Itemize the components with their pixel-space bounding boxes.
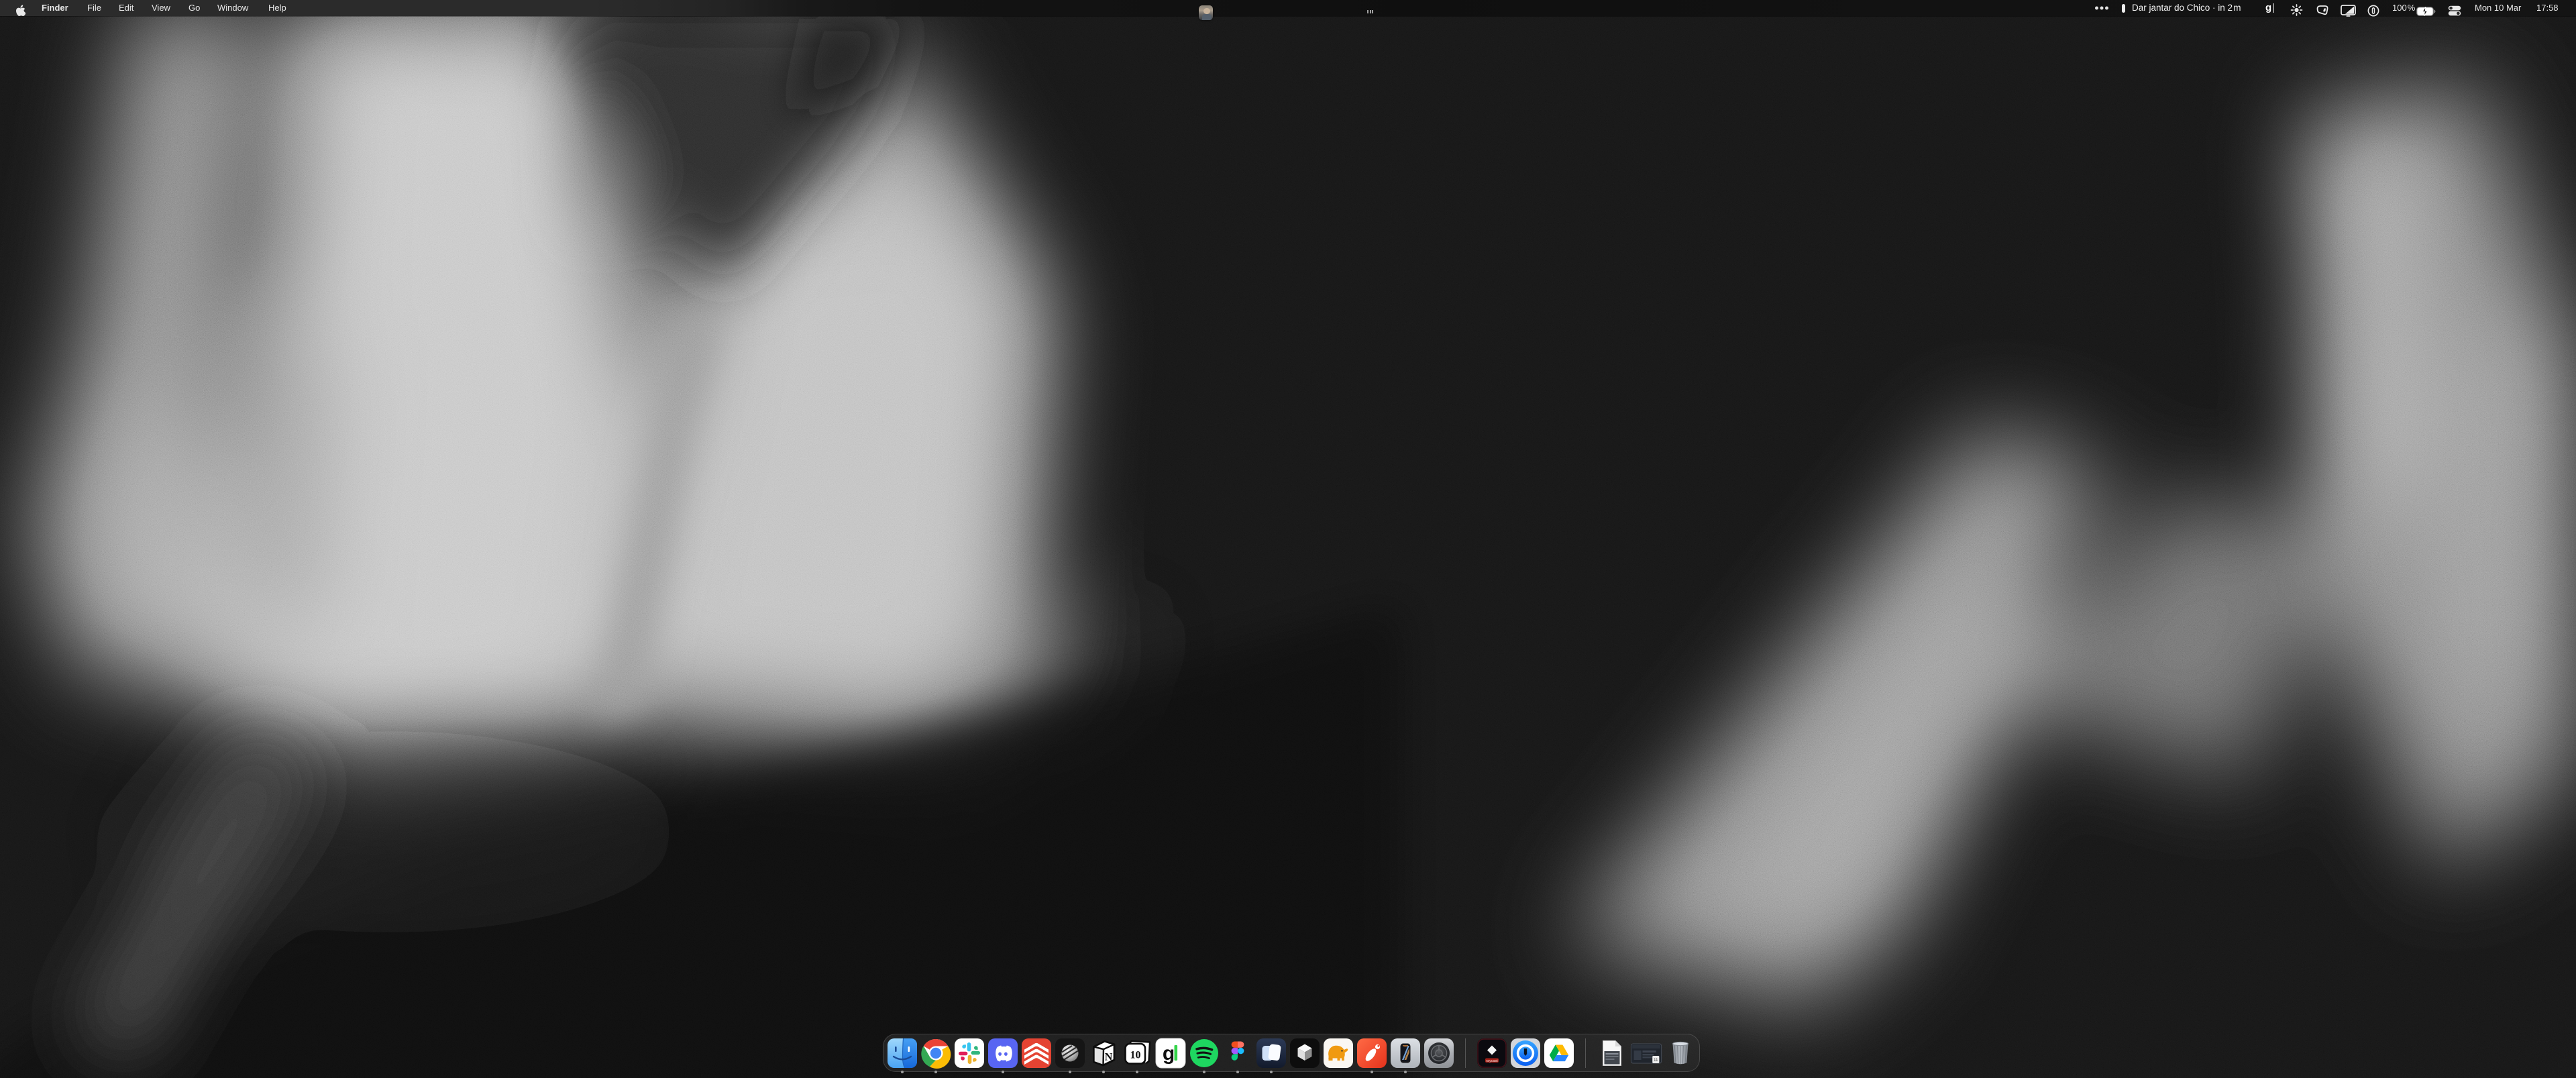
svg-text:g: g bbox=[1163, 1042, 1175, 1065]
svg-text:10: 10 bbox=[1130, 1050, 1141, 1061]
svg-text:N: N bbox=[1105, 1052, 1113, 1063]
svg-text:11: 11 bbox=[1654, 1058, 1658, 1063]
svg-text:raycast: raycast bbox=[1486, 1059, 1498, 1063]
